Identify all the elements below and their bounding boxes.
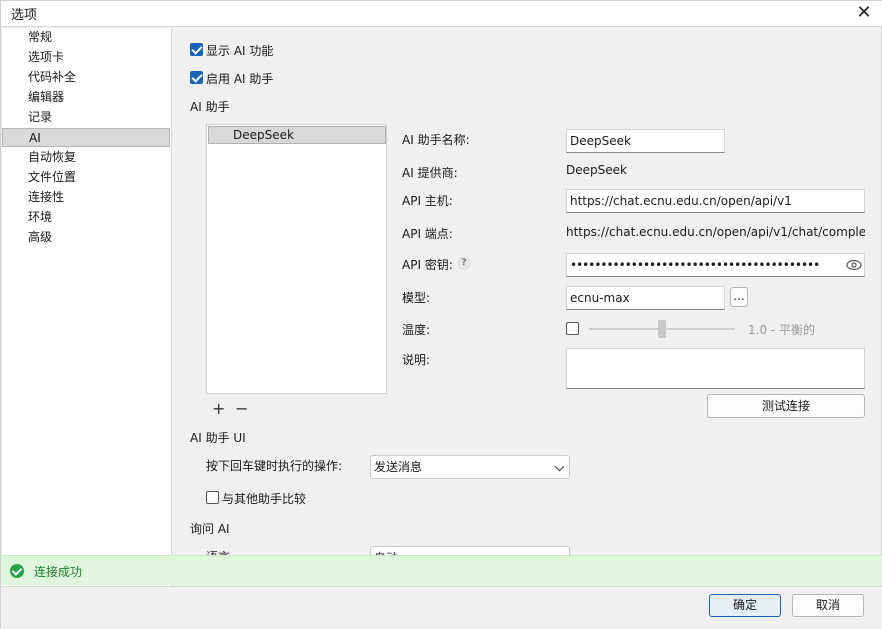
success-check-icon (10, 564, 24, 578)
assistant-list[interactable]: DeepSeek (206, 124, 387, 394)
chevron-down-icon (554, 461, 565, 472)
assistant-ui-section-title: AI 助手 UI (190, 431, 246, 445)
api-endpoint-value: https://chat.ecnu.edu.cn/open/api/v1/cha… (566, 225, 865, 239)
sidebar-item-general[interactable]: 常规 (2, 28, 170, 47)
title-bar: 选项 ✕ (1, 1, 882, 27)
ok-button[interactable]: 确定 (709, 594, 781, 617)
enter-action-value: 发送消息 (374, 460, 423, 474)
dialog-footer: 确定 取消 (1, 586, 882, 629)
api-key-label: API 密钥: (402, 258, 453, 272)
model-field[interactable]: ecnu-max (566, 286, 725, 310)
assistant-list-item[interactable]: DeepSeek (208, 126, 386, 144)
model-browse-button[interactable]: ... (730, 287, 748, 307)
sidebar-item-ai[interactable]: AI (2, 128, 170, 147)
sidebar-item-connectivity[interactable]: 连接性 (2, 188, 170, 207)
ask-ai-section-title: 询问 AI (190, 522, 230, 536)
sidebar-item-code-completion[interactable]: 代码补全 (2, 68, 170, 87)
enter-action-label: 按下回车键时执行的操作: (206, 459, 343, 473)
provider-label: AI 提供商: (402, 166, 458, 180)
description-field[interactable] (566, 348, 865, 389)
temperature-label: 温度: (402, 323, 431, 337)
ai-settings-panel: 显示 AI 功能 启用 AI 助手 AI 助手 DeepSeek + − AI … (173, 28, 881, 586)
show-ai-label: 显示 AI 功能 (206, 44, 274, 58)
eye-icon[interactable] (846, 257, 862, 273)
sidebar-item-advanced[interactable]: 高级 (2, 228, 170, 247)
enable-assistant-label: 启用 AI 助手 (206, 72, 274, 86)
api-endpoint-label: API 端点: (402, 227, 453, 241)
sidebar-item-editor[interactable]: 编辑器 (2, 88, 170, 107)
sidebar-item-tabs[interactable]: 选项卡 (2, 48, 170, 67)
sidebar-item-logging[interactable]: 记录 (2, 108, 170, 127)
assistant-section-title: AI 助手 (190, 100, 230, 114)
status-toast: 连接成功 (1, 555, 882, 585)
enter-action-select[interactable]: 发送消息 (370, 455, 570, 479)
options-sidebar: 常规 选项卡 代码补全 编辑器 记录 AI 自动恢复 文件位置 连接性 环境 高… (2, 28, 172, 586)
description-label: 说明: (402, 353, 431, 367)
assistant-name-label: AI 助手名称: (402, 133, 470, 147)
temperature-checkbox[interactable] (566, 322, 579, 335)
provider-value: DeepSeek (566, 163, 627, 177)
add-assistant-button[interactable]: + (212, 401, 225, 417)
options-dialog: 选项 ✕ 常规 选项卡 代码补全 编辑器 记录 AI 自动恢复 文件位置 连接性… (0, 0, 882, 629)
temperature-slider-thumb[interactable] (658, 320, 666, 338)
toast-message: 连接成功 (34, 565, 83, 579)
remove-assistant-button[interactable]: − (235, 401, 248, 417)
api-key-help-icon[interactable]: ? (457, 256, 471, 270)
sidebar-item-file-locations[interactable]: 文件位置 (2, 168, 170, 187)
assistant-name-field[interactable]: DeepSeek (566, 129, 725, 153)
show-ai-checkbox[interactable] (190, 43, 203, 56)
window-title: 选项 (11, 8, 38, 23)
temperature-value: 1.0 - 平衡的 (748, 323, 816, 337)
cancel-button[interactable]: 取消 (792, 594, 864, 617)
compare-assistants-checkbox[interactable] (206, 491, 219, 504)
enable-assistant-checkbox[interactable] (190, 71, 203, 84)
api-host-label: API 主机: (402, 194, 453, 208)
sidebar-item-auto-recovery[interactable]: 自动恢复 (2, 148, 170, 167)
model-label: 模型: (402, 291, 431, 305)
api-key-field[interactable]: ••••••••••••••••••••••••••••••••••••••••… (566, 253, 865, 277)
api-host-field[interactable]: https://chat.ecnu.edu.cn/open/api/v1 (566, 189, 865, 213)
test-connection-button[interactable]: 测试连接 (707, 394, 865, 418)
sidebar-item-environment[interactable]: 环境 (2, 208, 170, 227)
close-icon[interactable]: ✕ (853, 2, 875, 24)
compare-assistants-label: 与其他助手比较 (222, 492, 307, 506)
